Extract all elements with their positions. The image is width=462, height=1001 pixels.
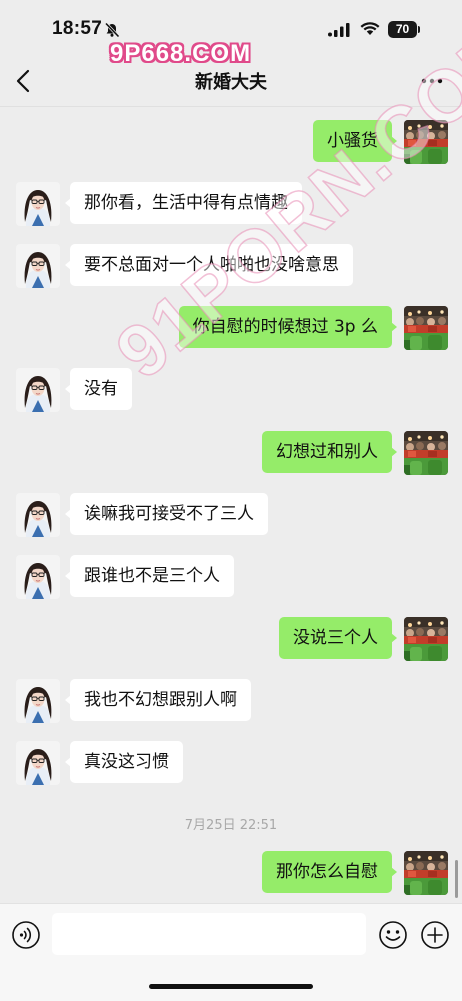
cellular-signal-icon [328,23,350,37]
message-bubble-received[interactable]: 跟谁也不是三个人 [65,555,234,597]
bell-muted-icon [104,22,120,38]
message-bubble-sent[interactable]: 你自慰的时候想过 3p 么 [178,306,398,348]
voice-icon[interactable] [11,920,41,950]
message-row-sent: 你自慰的时候想过 3p 么 [0,306,462,352]
wifi-icon [360,22,380,35]
message-row-received: 我也不幻想跟别人啊 [0,679,462,725]
message-bubble-received[interactable]: 没有 [65,368,132,410]
my-avatar[interactable] [404,120,448,164]
more-icon[interactable] [420,72,444,90]
battery-tip [418,26,420,33]
message-input[interactable] [52,913,366,955]
message-bubble-received[interactable]: 要不总面对一个人啪啪也没啥意思 [65,244,353,286]
battery-level: 70 [388,21,417,38]
message-bubble-received[interactable]: 那你看，生活中得有点情趣 [65,182,302,224]
home-indicator[interactable] [149,984,313,989]
message-row-sent: 没说三个人 [0,617,462,663]
message-bubble-received[interactable]: 真没这习惯 [65,741,183,783]
message-bubble-sent[interactable]: 那你怎么自慰 [262,851,397,893]
watermark-top: 9P668.COM [110,40,252,67]
chat-title: 新婚大夫 [195,72,267,93]
contact-avatar[interactable] [16,368,60,412]
contact-avatar[interactable] [16,182,60,226]
scroll-indicator[interactable] [455,860,458,898]
contact-avatar[interactable] [16,679,60,723]
message-bubble-sent[interactable]: 幻想过和别人 [262,431,397,473]
contact-avatar[interactable] [16,555,60,599]
emoji-icon[interactable] [378,920,408,950]
battery-indicator: 70 [388,21,422,38]
my-avatar[interactable] [404,431,448,475]
my-avatar[interactable] [404,851,448,895]
message-bubble-received[interactable]: 诶嘛我可接受不了三人 [65,493,268,535]
message-row-received: 诶嘛我可接受不了三人 [0,493,462,539]
message-input-bar [0,903,462,1001]
chat-message-list[interactable]: 小骚货 那你看，生活中得有点情趣 要不总面对一个人啪啪也没啥意思 你自慰的时候想… [0,107,462,902]
message-bubble-sent[interactable]: 没说三个人 [279,617,397,659]
message-bubble-received[interactable]: 我也不幻想跟别人啊 [65,679,251,721]
message-row-sent: 幻想过和别人 [0,431,462,477]
message-row-received: 没有 [0,368,462,414]
plus-icon[interactable] [420,920,450,950]
message-row-sent: 那你怎么自慰 [0,851,462,897]
my-avatar[interactable] [404,306,448,350]
contact-avatar[interactable] [16,244,60,288]
message-row-received: 那你看，生活中得有点情趣 [0,182,462,228]
status-time: 18:57 [52,18,103,39]
message-row-received: 跟谁也不是三个人 [0,555,462,601]
contact-avatar[interactable] [16,493,60,537]
message-row-received: 要不总面对一个人啪啪也没啥意思 [0,244,462,290]
message-row-received: 真没这习惯 [0,741,462,787]
message-bubble-sent[interactable]: 小骚货 [313,120,397,162]
my-avatar[interactable] [404,617,448,661]
message-row-sent: 小骚货 [0,120,462,166]
message-timestamp: 7月25日 22:51 [184,818,278,833]
contact-avatar[interactable] [16,741,60,785]
